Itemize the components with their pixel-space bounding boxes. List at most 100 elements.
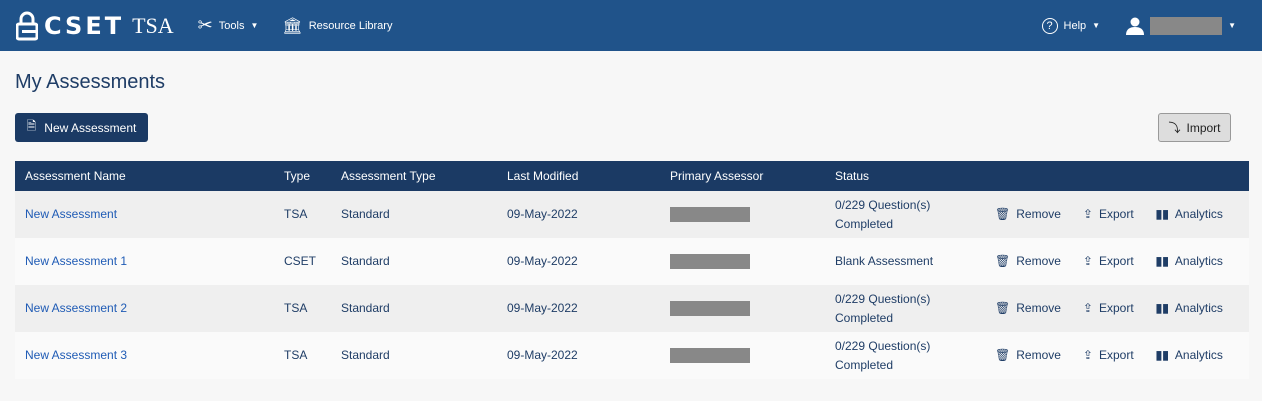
user-menu[interactable]: ▼ — [1126, 16, 1236, 35]
table-row: New Assessment TSA Standard 09-May-2022 … — [15, 191, 1249, 238]
export-label: Export — [1098, 254, 1134, 268]
tools-label: Tools — [218, 19, 245, 32]
tools-menu[interactable]: ✂ Tools ▼ — [198, 15, 259, 36]
analytics-label: Analytics — [1174, 348, 1223, 362]
status-cell: 0/229 Question(s) Completed — [835, 338, 931, 372]
col-assessment-name[interactable]: Assessment Name — [15, 161, 274, 191]
col-status[interactable]: Status — [825, 161, 995, 191]
export-icon: ⇪ — [1082, 348, 1093, 362]
last-modified-cell: 09-May-2022 — [507, 254, 578, 268]
library-icon: 🏛 — [282, 17, 303, 35]
redacted-assessor — [670, 207, 750, 223]
status-cell: 0/229 Question(s) Completed — [835, 291, 931, 325]
page-title: My Assessments — [15, 71, 166, 93]
help-label: Help — [1063, 19, 1087, 32]
redacted-assessor — [670, 348, 750, 364]
analytics-label: Analytics — [1174, 301, 1223, 315]
col-primary-assessor[interactable]: Primary Assessor — [660, 161, 825, 191]
remove-button[interactable]: 🗑 Remove — [995, 299, 1061, 318]
logo-text: CSET — [44, 11, 125, 40]
primary-assessor-cell — [660, 238, 825, 285]
bar-chart-icon: ▮▮ — [1155, 301, 1169, 315]
analytics-label: Analytics — [1174, 254, 1223, 268]
document-icon: 🗎 — [26, 119, 37, 133]
primary-assessor-cell — [660, 191, 825, 238]
redacted-assessor — [670, 301, 750, 317]
top-nav: CSET TSA ✂ Tools ▼ 🏛 Resource Library ? H… — [0, 0, 1262, 51]
export-icon: ⇪ — [1082, 301, 1093, 315]
assessment-link[interactable]: New Assessment — [25, 207, 117, 221]
table-row: New Assessment 3 TSA Standard 09-May-202… — [15, 332, 1249, 379]
status-cell: Blank Assessment — [835, 254, 934, 268]
caret-down-icon: ▼ — [1228, 21, 1236, 30]
export-button[interactable]: ⇪ Export — [1083, 299, 1134, 318]
resource-library-link[interactable]: 🏛 Resource Library — [282, 16, 392, 36]
assessment-type-cell: Standard — [341, 254, 390, 268]
status-cell: 0/229 Question(s) Completed — [835, 197, 931, 231]
analytics-button[interactable]: ▮▮ Analytics — [1156, 346, 1223, 365]
caret-down-icon: ▼ — [250, 21, 259, 30]
assessment-type-cell: Standard — [341, 348, 390, 362]
export-icon: ⇪ — [1082, 254, 1093, 268]
last-modified-cell: 09-May-2022 — [507, 301, 578, 315]
assessment-type-cell: Standard — [341, 301, 390, 315]
assessment-link[interactable]: New Assessment 1 — [25, 254, 127, 268]
table-row: New Assessment 2 TSA Standard 09-May-202… — [15, 285, 1249, 332]
logo[interactable]: CSET TSA — [16, 11, 174, 41]
wrench-icon: ✂ — [197, 15, 213, 35]
redacted-assessor — [670, 254, 750, 270]
import-button[interactable]: ⤵ Import — [1158, 113, 1231, 142]
remove-button[interactable]: 🗑 Remove — [995, 252, 1061, 271]
trash-icon: 🗑 — [995, 254, 1011, 268]
analytics-button[interactable]: ▮▮ Analytics — [1156, 299, 1223, 318]
resource-library-label: Resource Library — [308, 19, 393, 32]
analytics-label: Analytics — [1174, 207, 1223, 221]
analytics-button[interactable]: ▮▮ Analytics — [1156, 252, 1223, 271]
remove-label: Remove — [1016, 254, 1061, 268]
export-button[interactable]: ⇪ Export — [1083, 252, 1134, 271]
primary-assessor-cell — [660, 285, 825, 332]
col-assessment-type[interactable]: Assessment Type — [331, 161, 497, 191]
redacted-username — [1150, 16, 1223, 35]
import-label: Import — [1186, 120, 1221, 135]
help-menu[interactable]: ? Help ▼ — [1041, 17, 1101, 34]
last-modified-cell: 09-May-2022 — [507, 207, 578, 221]
table-row: New Assessment 1 CSET Standard 09-May-20… — [15, 238, 1249, 285]
bar-chart-icon: ▮▮ — [1155, 348, 1169, 362]
assessments-table: Assessment Name Type Assessment Type Las… — [15, 161, 1249, 379]
remove-label: Remove — [1016, 207, 1061, 221]
remove-button[interactable]: 🗑 Remove — [995, 205, 1061, 224]
col-last-modified[interactable]: Last Modified — [497, 161, 660, 191]
primary-assessor-cell — [660, 332, 825, 379]
remove-label: Remove — [1016, 301, 1061, 315]
type-cell: TSA — [284, 348, 308, 362]
new-assessment-label: New Assessment — [44, 120, 137, 135]
export-label: Export — [1098, 301, 1134, 315]
export-button[interactable]: ⇪ Export — [1083, 205, 1134, 224]
export-icon: ⇪ — [1082, 207, 1093, 221]
bar-chart-icon: ▮▮ — [1155, 207, 1169, 221]
last-modified-cell: 09-May-2022 — [507, 348, 578, 362]
assessment-type-cell: Standard — [341, 207, 390, 221]
caret-down-icon: ▼ — [1092, 21, 1101, 30]
export-button[interactable]: ⇪ Export — [1083, 346, 1134, 365]
remove-label: Remove — [1016, 348, 1061, 362]
trash-icon: 🗑 — [995, 348, 1011, 362]
remove-button[interactable]: 🗑 Remove — [995, 346, 1061, 365]
type-cell: CSET — [284, 254, 317, 268]
assessment-link[interactable]: New Assessment 2 — [25, 301, 127, 315]
assessment-link[interactable]: New Assessment 3 — [25, 348, 127, 362]
new-assessment-button[interactable]: 🗎 New Assessment — [15, 113, 148, 142]
logo-suffix: TSA — [132, 12, 174, 38]
lock-icon — [16, 11, 38, 40]
trash-icon: 🗑 — [995, 301, 1011, 315]
bar-chart-icon: ▮▮ — [1155, 254, 1169, 268]
type-cell: TSA — [284, 207, 308, 221]
type-cell: TSA — [284, 301, 308, 315]
user-icon — [1126, 17, 1145, 35]
analytics-button[interactable]: ▮▮ Analytics — [1156, 205, 1223, 224]
export-label: Export — [1098, 207, 1134, 221]
col-actions — [995, 161, 1249, 191]
col-type[interactable]: Type — [274, 161, 331, 191]
trash-icon: 🗑 — [995, 207, 1011, 221]
